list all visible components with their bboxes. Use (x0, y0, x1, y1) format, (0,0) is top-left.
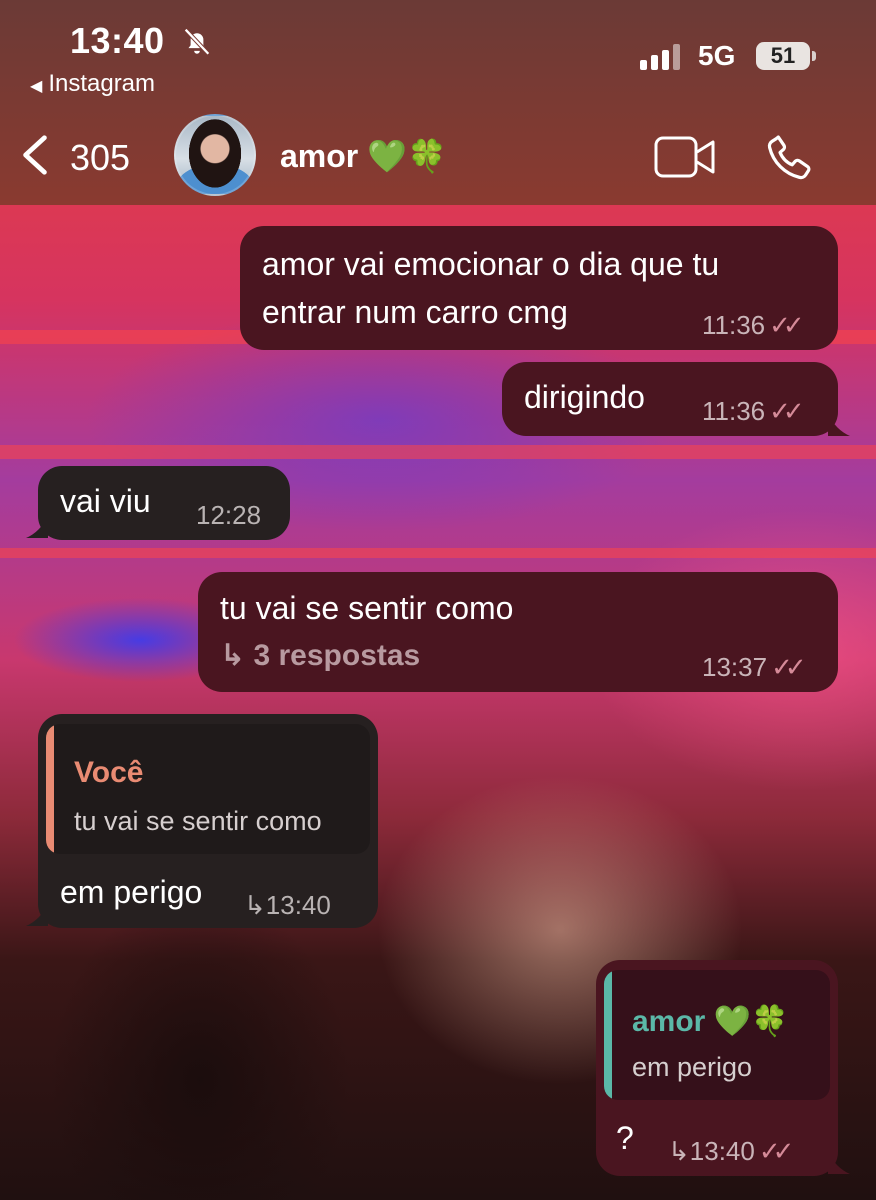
incoming-message[interactable]: vai viu 12:28 (38, 466, 290, 540)
chat-header: 305 amor 💚🍀 (0, 105, 876, 205)
outgoing-message[interactable]: amor 💚🍀 em perigo ? ↳13:40 ✓✓ (596, 960, 838, 1176)
back-triangle-icon: ◀ (30, 78, 43, 95)
message-time: 11:36 (702, 310, 766, 340)
back-to-app-link[interactable]: ◀ Instagram (30, 70, 155, 98)
read-receipt-icon: ✓✓ (758, 1136, 794, 1166)
outgoing-message[interactable]: tu vai se sentir como ↳ 3 respostas 13:3… (198, 572, 838, 692)
outgoing-message[interactable]: amor vai emocionar o dia que tu entrar n… (240, 226, 838, 350)
bubble-tail (26, 516, 48, 538)
status-time: 13:40 (70, 20, 165, 61)
bubble-tail (828, 414, 850, 436)
message-meta: 13:37 ✓✓ (702, 652, 807, 683)
quoted-sender: amor 💚🍀 (632, 1005, 789, 1038)
bubble-tail (828, 1152, 850, 1174)
read-receipt-icon: ✓✓ (769, 396, 804, 426)
avatar[interactable] (174, 114, 256, 196)
message-time: ↳13:40 (244, 890, 331, 920)
back-chevron-icon[interactable] (18, 133, 52, 177)
quoted-reply[interactable]: amor 💚🍀 em perigo (604, 970, 830, 1100)
replies-count: 3 respostas (253, 639, 421, 672)
message-time: 11:36 (702, 396, 766, 426)
signal-strength-icon (640, 44, 680, 70)
message-text: ? (616, 1120, 634, 1156)
battery-level: 51 (756, 42, 810, 70)
message-text: em perigo (60, 874, 203, 910)
quoted-text: em perigo (632, 1052, 753, 1082)
read-receipt-icon: ✓✓ (771, 652, 806, 682)
unread-count[interactable]: 305 (70, 137, 130, 179)
message-time: ↳13:40 (668, 1136, 755, 1166)
quoted-text: tu vai se sentir como (74, 806, 322, 836)
message-text: dirigindo (524, 379, 645, 415)
message-text: tu vai se sentir como (220, 590, 514, 626)
message-text: entrar num carro cmg (262, 294, 568, 330)
message-text: vai viu (60, 483, 151, 519)
message-time: 12:28 (196, 500, 262, 530)
thread-replies-link[interactable]: ↳ 3 respostas (220, 638, 420, 673)
battery-tip (812, 51, 816, 61)
read-receipt-icon: ✓✓ (769, 310, 804, 340)
quoted-reply-bar (46, 724, 54, 854)
quoted-reply-bar (604, 970, 612, 1100)
outgoing-message[interactable]: dirigindo 11:36 ✓✓ (502, 362, 838, 436)
bubble-tail (26, 904, 48, 926)
message-meta: 11:36 ✓✓ (702, 396, 805, 427)
message-text: amor vai emocionar o dia que tu (262, 246, 720, 282)
contact-name[interactable]: amor 💚🍀 (280, 137, 447, 175)
reply-arrow-icon: ↳ (220, 639, 246, 672)
status-bar: 13:40 ◀ Instagram 5G 51 (0, 0, 876, 105)
incoming-message[interactable]: Você tu vai se sentir como em perigo ↳13… (38, 714, 378, 928)
message-time: 13:37 (702, 652, 768, 682)
quoted-sender: Você (74, 756, 144, 789)
wallpaper-truss (0, 548, 876, 558)
phone-call-icon[interactable] (764, 131, 816, 183)
back-app-label: Instagram (48, 70, 156, 97)
message-meta: 11:36 ✓✓ (702, 310, 805, 341)
video-call-icon[interactable] (654, 135, 716, 179)
network-type: 5G (698, 40, 736, 71)
quoted-reply[interactable]: Você tu vai se sentir como (46, 724, 370, 854)
message-meta: ↳13:40 ✓✓ (668, 1136, 794, 1167)
wallpaper-truss (0, 445, 876, 459)
bell-slash-icon (184, 28, 210, 56)
